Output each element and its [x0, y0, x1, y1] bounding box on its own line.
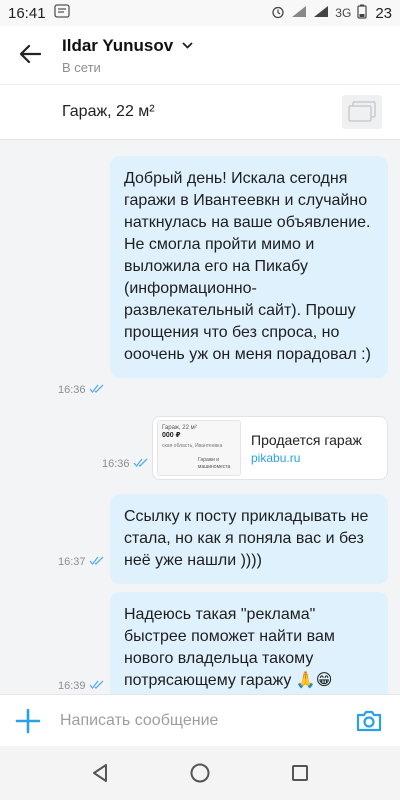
contact-status: В сети — [62, 60, 101, 75]
message-input[interactable] — [60, 707, 340, 735]
message-meta: 16:36 — [102, 458, 149, 470]
message-meta: 16:39 — [58, 680, 105, 692]
message-text: Надеюсь такая "реклама" быстрее поможет … — [124, 606, 335, 689]
message-time: 16:36 — [102, 458, 130, 470]
nav-home-button[interactable] — [185, 758, 215, 788]
ad-bar[interactable]: Гараж, 22 м² — [0, 84, 400, 140]
read-ticks-icon — [89, 680, 105, 692]
composer — [0, 694, 400, 746]
status-icons: 3G 23 — [271, 4, 392, 22]
signal-2-icon — [313, 5, 329, 21]
message-time: 16:39 — [58, 680, 86, 692]
network-label: 3G — [335, 6, 352, 20]
notification-icon — [53, 4, 70, 22]
ad-thumbnail[interactable] — [342, 95, 382, 129]
message-list[interactable]: Добрый день! Искала сегодня гаражи в Ива… — [0, 140, 400, 694]
message-bubble[interactable]: Добрый день! Искала сегодня гаражи в Ива… — [110, 156, 388, 378]
link-title: Продается гараж — [251, 431, 362, 448]
triangle-back-icon — [93, 764, 107, 782]
chat-header: Ildar Yunusov В сети — [0, 26, 400, 84]
thumb-region: ская область, Ивантеевка — [162, 443, 223, 449]
status-time: 16:41 — [8, 4, 46, 22]
chevron-down-icon — [181, 36, 193, 54]
contact-name: Ildar Yunusov — [62, 36, 174, 55]
arrow-left-icon — [19, 44, 41, 64]
camera-icon — [356, 710, 382, 732]
message-time: 16:36 — [58, 384, 86, 396]
image-placeholder-icon — [348, 101, 376, 122]
battery-level: 23 — [375, 4, 392, 22]
message-meta: 16:36 — [58, 384, 105, 396]
circle-home-icon — [190, 763, 210, 783]
square-recents-icon — [292, 765, 308, 781]
message-meta: 16:37 — [58, 556, 105, 568]
message-text: Добрый день! Искала сегодня гаражи в Ива… — [124, 170, 371, 363]
back-button[interactable] — [14, 38, 46, 70]
nav-recents-button[interactable] — [285, 758, 315, 788]
nav-back-button[interactable] — [85, 758, 115, 788]
contact-info[interactable]: Ildar Yunusov В сети — [62, 36, 193, 75]
ad-title: Гараж, 22 м² — [62, 103, 155, 120]
system-nav-bar — [0, 746, 400, 800]
camera-button[interactable] — [354, 706, 384, 736]
link-thumbnail: Гараж, 22 м² 000 ₽ ская область, Ивантее… — [157, 420, 241, 476]
read-ticks-icon — [89, 556, 105, 568]
status-bar: 16:41 3G 23 — [0, 0, 400, 26]
link-preview-card[interactable]: Гараж, 22 м² 000 ₽ ская область, Ивантее… — [152, 416, 388, 480]
message-time: 16:37 — [58, 556, 86, 568]
thumb-price: 000 ₽ — [162, 432, 181, 439]
read-ticks-icon — [89, 384, 105, 396]
message-bubble[interactable]: Надеюсь такая "реклама" быстрее поможет … — [110, 592, 388, 694]
battery-icon — [357, 4, 367, 22]
signal-1-icon — [291, 5, 307, 21]
alarm-icon — [271, 5, 285, 22]
attach-button[interactable] — [14, 707, 42, 735]
message-bubble[interactable]: Ссылку к посту прикладывать не стала, но… — [110, 494, 388, 584]
message-text: Ссылку к посту прикладывать не стала, но… — [124, 508, 369, 569]
read-ticks-icon — [133, 458, 149, 470]
thumb-category: Гаражи и машиноместа — [198, 457, 231, 470]
thumb-title: Гараж, 22 м² — [162, 425, 197, 431]
link-domain[interactable]: pikabu.ru — [251, 451, 362, 465]
link-info: Продается гараж pikabu.ru — [251, 432, 362, 465]
plus-icon — [15, 708, 41, 734]
